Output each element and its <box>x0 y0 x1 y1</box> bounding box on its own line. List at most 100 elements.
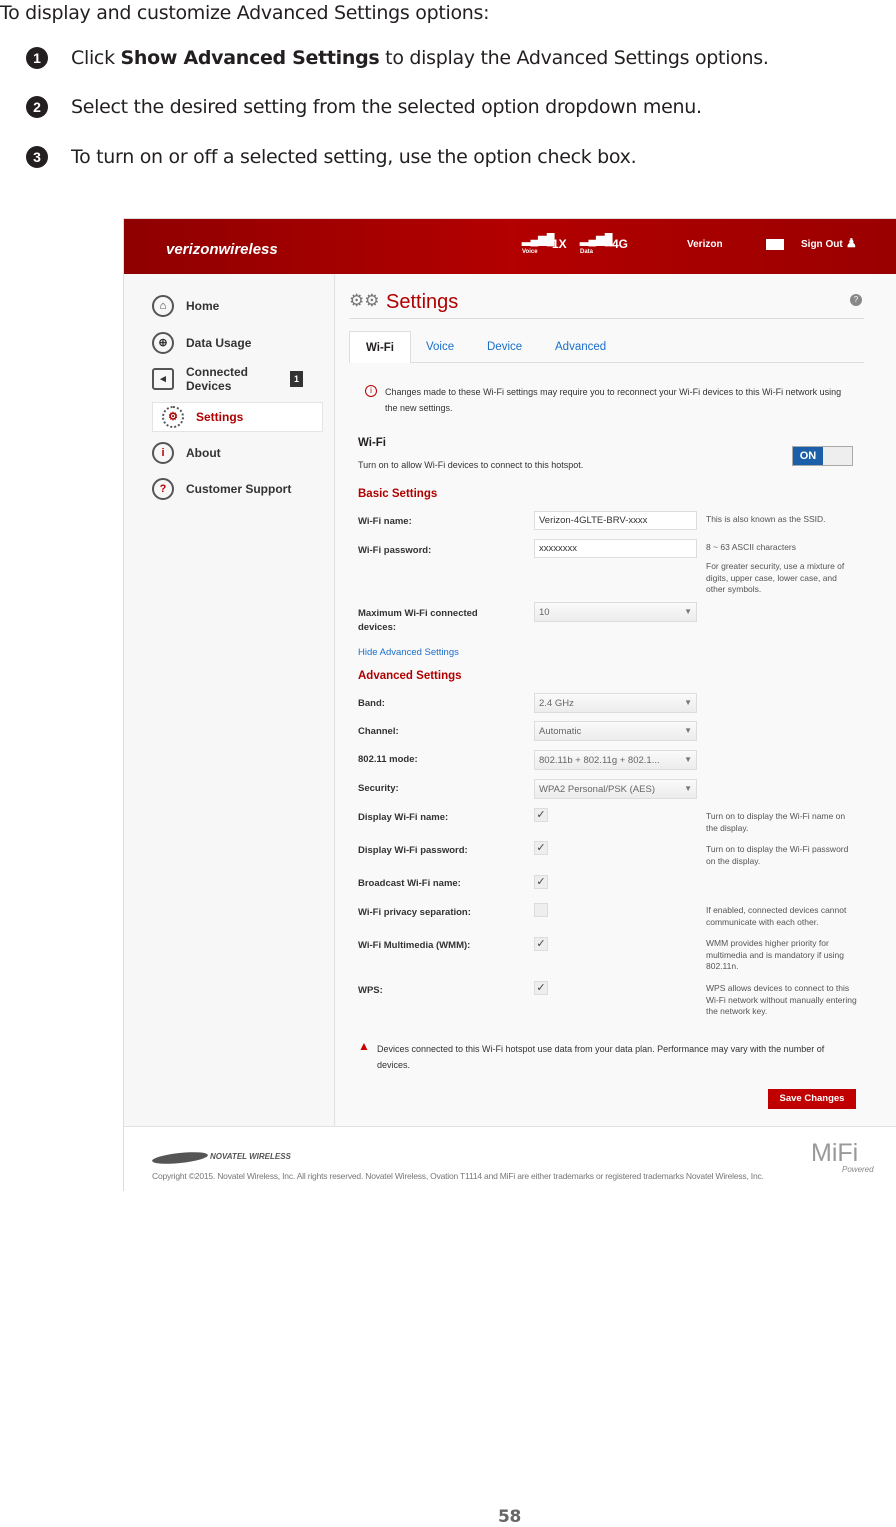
info-icon: i <box>152 442 174 464</box>
devices-icon: ◂ <box>152 368 174 390</box>
security-label: Security: <box>358 783 399 794</box>
verizon-logo: verizonwireless <box>166 241 278 258</box>
signal-data-icon: ▂▄▆█ <box>580 234 613 246</box>
intro-text: To display and customize Advanced Settin… <box>0 2 490 24</box>
max-devices-select[interactable]: 10 <box>534 602 697 622</box>
step-3-badge: 3 <box>26 146 48 168</box>
toggle-on-label: ON <box>793 447 823 465</box>
settings-gear-icon: ⚙⚙ <box>349 291 380 310</box>
carrier-label: Verizon <box>687 239 723 250</box>
max-devices-label: Maximum Wi-Fi connected devices: <box>358 608 478 633</box>
novatel-logo: NOVATEL WIRELESS <box>210 1152 291 1161</box>
step-1-badge: 1 <box>26 47 48 69</box>
wifi-section-title: Wi-Fi <box>358 437 386 449</box>
tab-device[interactable]: Device <box>487 341 522 353</box>
divider <box>349 318 864 319</box>
network-label: 4G <box>612 237 629 251</box>
channel-select[interactable]: Automatic <box>534 721 697 741</box>
step-1-text: Click Show Advanced Settings to display … <box>71 47 769 69</box>
step-3-text: To turn on or off a selected setting, us… <box>71 146 637 168</box>
voice-label: Voice <box>522 249 538 255</box>
hide-advanced-settings-link[interactable]: Hide Advanced Settings <box>358 647 459 658</box>
sidebar-item-about[interactable]: i About <box>152 438 322 468</box>
sidebar-item-home[interactable]: ⌂ Home <box>152 291 322 321</box>
copyright-text: Copyright ©2015. Novatel Wireless, Inc. … <box>152 1171 764 1181</box>
nav-label: Connected Devices <box>186 365 249 393</box>
privacy-separation-checkbox[interactable] <box>534 903 548 917</box>
wifi-password-label: Wi-Fi password: <box>358 545 432 556</box>
privacy-separation-label: Wi-Fi privacy separation: <box>358 907 471 918</box>
display-wifi-password-label: Display Wi-Fi password: <box>358 845 468 856</box>
wifi-name-label: Wi-Fi name: <box>358 516 412 527</box>
nav-label: Customer Support <box>186 482 292 496</box>
support-icon: ? <box>152 478 174 500</box>
user-icon: ♟ <box>846 236 857 250</box>
wmm-hint: WMM provides higher priority for multime… <box>706 938 844 971</box>
sidebar-item-customer-support[interactable]: ? Customer Support <box>152 474 322 504</box>
mifi-logo: MiFi <box>811 1139 859 1167</box>
main-content: ⚙⚙ Settings ? Wi-Fi Voice Device Advance… <box>336 274 896 1126</box>
step-2-text: Select the desired setting from the sele… <box>71 96 702 118</box>
novatel-logo-swoosh <box>151 1150 209 1166</box>
wmm-label: Wi-Fi Multimedia (WMM): <box>358 940 471 951</box>
advanced-settings-title: Advanced Settings <box>358 670 462 682</box>
broadcast-wifi-name-label: Broadcast Wi-Fi name: <box>358 878 461 889</box>
notice-text: Changes made to these Wi-Fi settings may… <box>385 387 842 413</box>
nav-label: Data Usage <box>186 336 252 350</box>
help-icon[interactable]: ? <box>850 294 862 306</box>
sidebar-item-connected-devices[interactable]: ◂ Connected Devices 1 <box>152 364 322 394</box>
tab-voice[interactable]: Voice <box>426 341 454 353</box>
wps-checkbox[interactable]: ✓ <box>534 981 548 995</box>
broadcast-wifi-name-checkbox[interactable]: ✓ <box>534 875 548 889</box>
wifi-name-input[interactable]: Verizon-4GLTE-BRV-xxxx <box>534 511 697 530</box>
wifi-password-input[interactable]: xxxxxxxx <box>534 539 697 558</box>
display-wifi-name-label: Display Wi-Fi name: <box>358 812 449 823</box>
info-icon: i <box>365 385 377 397</box>
display-wifi-name-hint: Turn on to display the Wi-Fi name on the… <box>706 811 846 833</box>
mode-label: 802.11 mode: <box>358 754 418 765</box>
nav-label: Settings <box>196 410 244 424</box>
wmm-checkbox[interactable]: ✓ <box>534 937 548 951</box>
gear-icon: ⚙ <box>162 406 184 428</box>
band-label: Band: <box>358 698 385 709</box>
tab-wifi[interactable]: Wi-Fi <box>349 331 411 363</box>
display-wifi-password-checkbox[interactable]: ✓ <box>534 841 548 855</box>
display-wifi-password-hint: Turn on to display the Wi-Fi password on… <box>706 844 849 866</box>
privacy-separation-hint: If enabled, connected devices cannot com… <box>706 905 847 927</box>
step-2-badge: 2 <box>26 96 48 118</box>
channel-label: Channel: <box>358 726 399 737</box>
sidebar: ⌂ Home ⊕ Data Usage ◂ Connected Devices 1 ⚙ S… <box>124 274 335 1126</box>
globe-icon: ⊕ <box>152 332 174 354</box>
warning-text: Devices connected to this Wi-Fi hotspot … <box>377 1044 825 1070</box>
nav-label: About <box>186 446 221 460</box>
home-icon: ⌂ <box>152 295 174 317</box>
screenshot: verizonwireless ▂▄▆█ Voice 1X ▂▄▆█ Data … <box>123 218 896 1192</box>
footer: NOVATEL WIRELESS Copyright ©2015. Novate… <box>124 1126 896 1192</box>
data-label: Data <box>580 249 594 255</box>
band-select[interactable]: 2.4 GHz <box>534 693 697 713</box>
basic-settings-title: Basic Settings <box>358 488 438 500</box>
device-count-badge: 1 <box>290 371 304 387</box>
page-title: Settings <box>386 291 459 313</box>
tab-bar-line <box>349 362 864 363</box>
wifi-password-security-hint: For greater security, use a mixture of d… <box>706 561 845 594</box>
tech-label: 1X <box>552 237 567 251</box>
wifi-description: Turn on to allow Wi-Fi devices to connec… <box>358 460 584 470</box>
nav-label: Home <box>186 299 220 313</box>
security-select[interactable]: WPA2 Personal/PSK (AES) <box>534 779 697 799</box>
display-wifi-name-checkbox[interactable]: ✓ <box>534 808 548 822</box>
header: verizonwireless ▂▄▆█ Voice 1X ▂▄▆█ Data … <box>124 219 896 274</box>
wps-hint: WPS allows devices to connect to this Wi… <box>706 983 857 1016</box>
tab-advanced[interactable]: Advanced <box>555 341 606 353</box>
save-changes-button[interactable]: Save Changes <box>768 1089 856 1109</box>
sidebar-item-settings[interactable]: ⚙ Settings <box>152 402 322 432</box>
page-number: 58 <box>498 1507 522 1527</box>
powered-label: Powered <box>842 1165 874 1174</box>
wifi-toggle[interactable]: ON <box>792 446 853 466</box>
wps-label: WPS: <box>358 985 383 996</box>
warning-icon: ▲ <box>358 1039 370 1053</box>
sign-out-link[interactable]: Sign Out <box>801 239 843 250</box>
sidebar-item-data-usage[interactable]: ⊕ Data Usage <box>152 328 322 358</box>
battery-icon <box>766 239 784 250</box>
mode-select[interactable]: 802.11b + 802.11g + 802.1... <box>534 750 697 770</box>
